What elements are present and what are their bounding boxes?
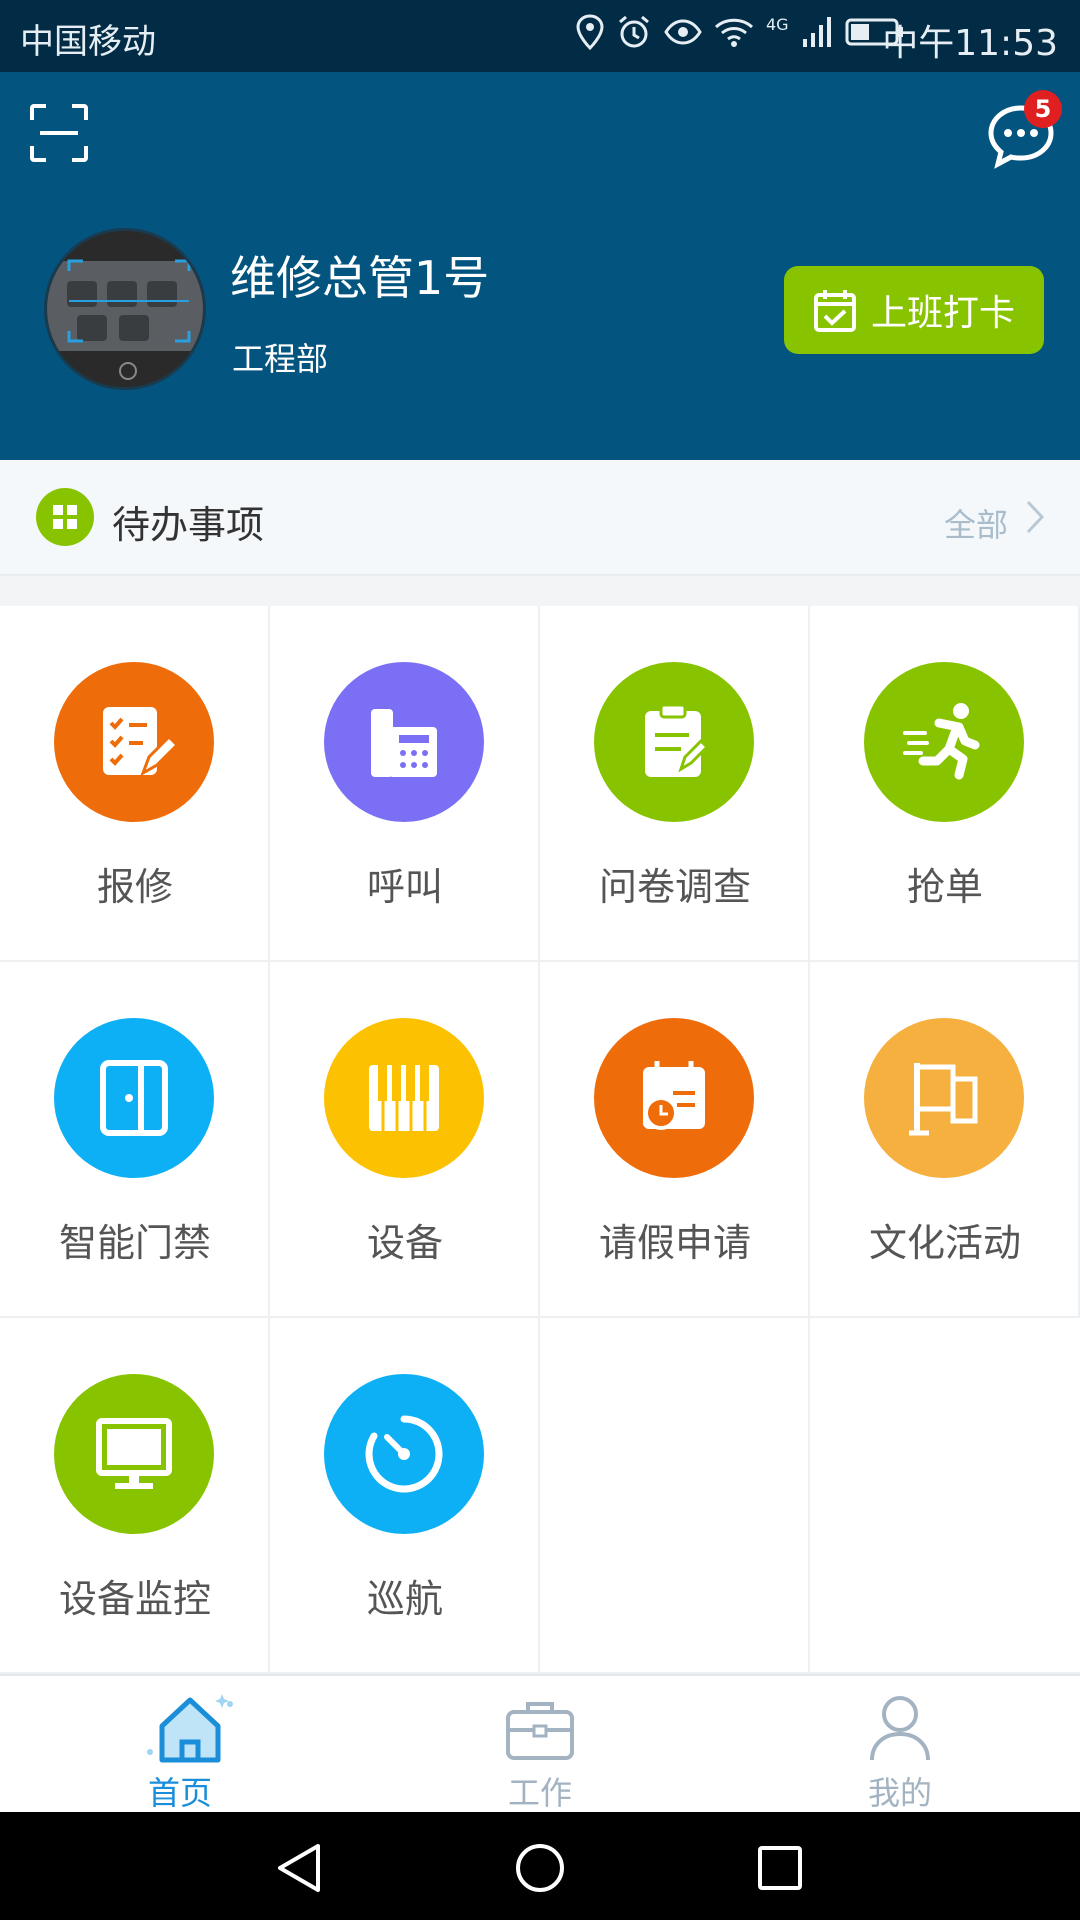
grid-item-repair[interactable]: 报修 [0,606,270,962]
scan-button[interactable] [28,102,90,164]
todo-title: 待办事项 [112,503,265,547]
grid-item-label: 请假申请 [598,1221,751,1265]
grid-item-label: 文化活动 [868,1221,1021,1265]
back-icon[interactable] [274,1842,324,1894]
section-divider [0,576,1080,606]
clipboard-icon [594,662,754,822]
grid-item-patrol[interactable]: 巡航 [270,1318,540,1674]
status-bar: 中国移动 4G 中午11:53 [0,0,1080,72]
repair-checklist-icon [54,662,214,822]
view-all-link[interactable]: 全部 [944,500,1008,546]
todo-section: 待办事项 全部 [0,460,1080,576]
system-nav-bar [0,1812,1080,1920]
telephone-icon [324,662,484,822]
grid-item-call[interactable]: 呼叫 [270,606,540,962]
grid-item-label: 设备监控 [58,1577,211,1621]
grid-empty-cell [540,1318,810,1674]
grid-item-cultural-activity[interactable]: 文化活动 [810,962,1080,1318]
wifi-icon [714,18,754,47]
grid-empty-cell [810,1318,1080,1674]
door-icon [54,1018,214,1178]
recents-icon[interactable] [756,1842,804,1894]
carrier-name: 中国移动 [20,22,156,62]
avatar[interactable] [44,228,206,390]
status-icons: 4G [576,14,905,50]
grid-item-label: 智能门禁 [58,1221,211,1265]
tab-label: 工作 [507,1774,572,1812]
home-icon [147,1694,233,1763]
grid-item-equipment-monitor[interactable]: 设备监控 [0,1318,270,1674]
checkin-button[interactable]: 上班打卡 [784,266,1044,354]
grid-item-survey[interactable]: 问卷调查 [540,606,810,962]
home-circle-icon[interactable] [514,1842,566,1894]
scan-icon [30,104,88,162]
message-count-badge: 5 [1024,90,1062,128]
tab-label: 首页 [147,1774,212,1812]
grid-item-label: 设备 [366,1221,443,1265]
grid-item-label: 呼叫 [366,865,443,909]
avatar-photo [47,231,203,387]
location-icon [576,14,604,50]
calendar-check-icon [813,290,856,332]
user-name: 维修总管1号 [230,251,490,305]
user-department: 工程部 [232,340,329,378]
grid-icon [36,488,94,546]
status-time: 中午11:53 [882,23,1058,64]
tab-mine[interactable]: 我的 [720,1676,1080,1814]
network-type: 4G [766,14,789,34]
grid-item-grab-order[interactable]: 抢单 [810,606,1080,962]
grid-item-label: 问卷调查 [598,865,751,909]
signal-icon [802,17,831,47]
tab-label: 我的 [867,1774,932,1812]
flag-icon [864,1018,1024,1178]
profile-header: 5 维修总管1号 工程部 上班打卡 [0,72,1080,460]
grid-item-label: 抢单 [906,865,983,909]
bottom-tab-bar: 首页 工作 我的 [0,1674,1080,1812]
grid-item-equipment[interactable]: 设备 [270,962,540,1318]
function-grid: 报修 呼叫 问卷调查 抢单 智能门禁 设备 请假申请 文化活动 设备监控 巡航 [0,606,1080,1674]
grid-item-label: 报修 [96,865,173,909]
grid-item-label: 巡航 [366,1577,443,1621]
chevron-right-icon[interactable] [1024,498,1046,536]
alarm-icon [619,15,649,48]
running-man-icon [864,662,1024,822]
piano-keys-icon [324,1018,484,1178]
person-icon [870,1696,930,1761]
monitor-icon [54,1374,214,1534]
briefcase-icon [506,1702,574,1760]
grid-item-access-control[interactable]: 智能门禁 [0,962,270,1318]
tab-home[interactable]: 首页 [0,1676,360,1814]
tab-work[interactable]: 工作 [360,1676,720,1814]
stopwatch-icon [324,1374,484,1534]
checkin-label: 上班打卡 [870,293,1015,334]
eye-icon [664,19,702,45]
grid-item-leave-request[interactable]: 请假申请 [540,962,810,1318]
calendar-clock-icon [594,1018,754,1178]
